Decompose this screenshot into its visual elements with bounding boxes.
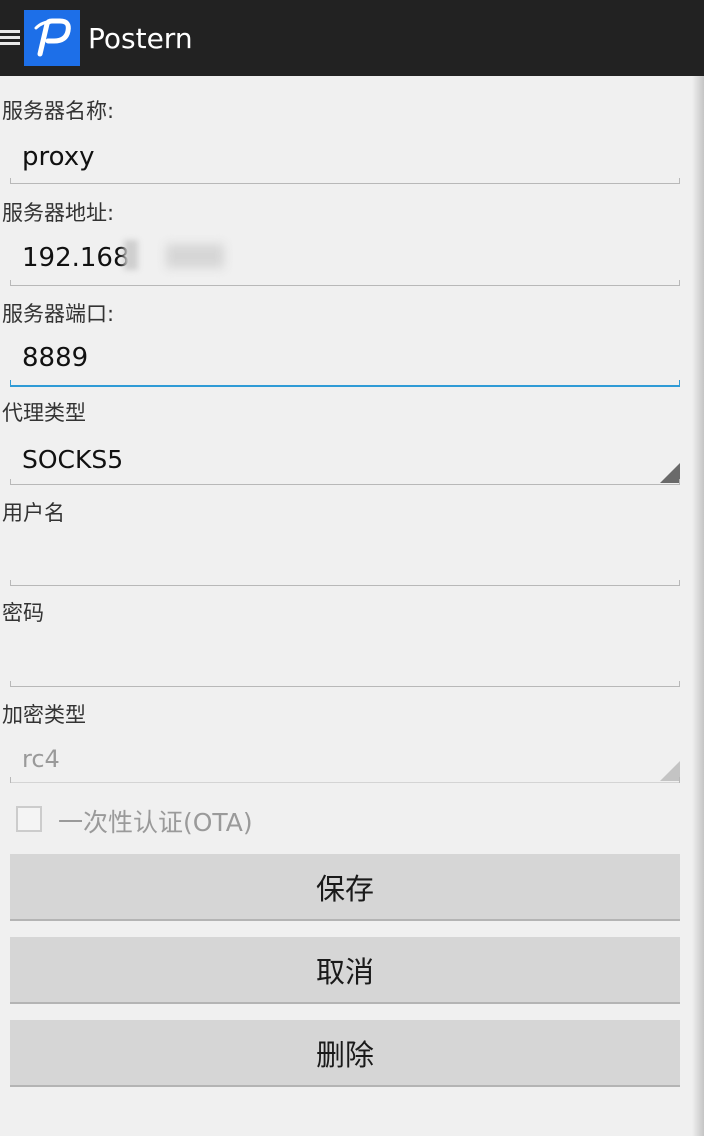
proxy-type-select[interactable]: SOCKS5 (22, 445, 123, 474)
server-port-input[interactable]: 8889 (22, 343, 88, 373)
action-bar: Postern (0, 0, 704, 76)
edge-shadow (692, 76, 704, 1136)
password-label: 密码 (2, 601, 44, 625)
server-name-label: 服务器名称: (2, 99, 115, 123)
save-button[interactable]: 保存 (10, 854, 680, 921)
server-address-label: 服务器地址: (2, 201, 115, 225)
encryption-type-underline (10, 777, 680, 783)
redacted-address-blur (166, 244, 224, 268)
app-title: Postern (88, 21, 193, 55)
ota-checkbox-label[interactable]: 一次性认证(OTA) (58, 803, 253, 839)
proxy-type-underline (10, 479, 680, 485)
password-underline (10, 681, 680, 687)
server-name-input[interactable]: proxy (22, 142, 95, 172)
redacted-address-blur (124, 240, 138, 270)
postern-logo-icon (34, 18, 71, 57)
menu-icon[interactable] (0, 27, 22, 49)
app-logo[interactable] (24, 10, 80, 66)
delete-button[interactable]: 删除 (10, 1020, 680, 1087)
server-name-underline (10, 178, 680, 184)
server-port-label: 服务器端口: (2, 302, 115, 326)
cancel-button[interactable]: 取消 (10, 937, 680, 1004)
proxy-type-label: 代理类型 (2, 401, 86, 425)
username-underline (10, 580, 680, 586)
server-port-underline (10, 380, 680, 387)
encryption-type-label: 加密类型 (2, 703, 86, 727)
server-address-input[interactable]: 192.168 (22, 243, 130, 273)
server-address-underline (10, 280, 680, 286)
username-label: 用户名 (2, 501, 65, 525)
checkbox-icon[interactable] (16, 806, 42, 832)
spinner-arrow-icon[interactable] (660, 761, 680, 781)
encryption-type-select[interactable]: rc4 (22, 745, 60, 773)
spinner-arrow-icon[interactable] (660, 463, 680, 483)
